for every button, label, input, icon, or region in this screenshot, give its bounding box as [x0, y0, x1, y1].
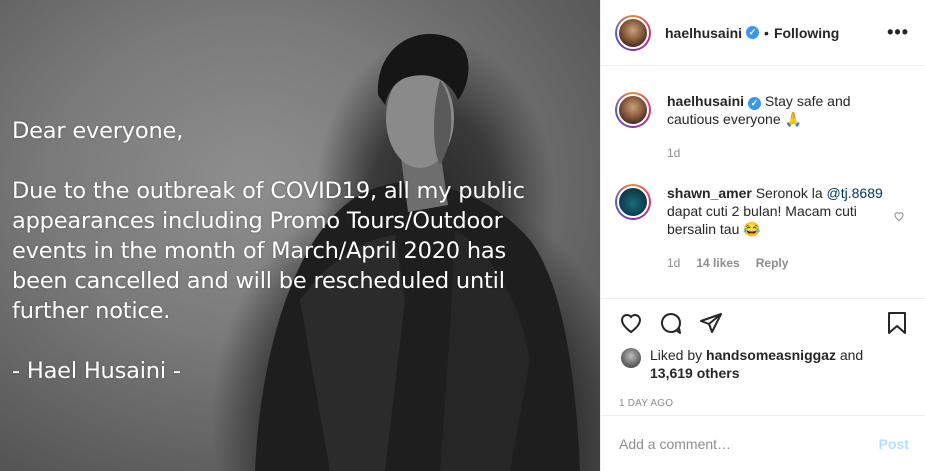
comment-text-after: dapat cuti 2 bulan! Macam cuti bersalin … — [667, 203, 857, 237]
comment-item: shawn_amer Seronok la @tj.8689 dapat cut… — [615, 162, 909, 272]
comment-time[interactable]: 1d — [667, 254, 680, 272]
comment-likes[interactable]: 14 likes — [696, 254, 739, 272]
body-line-3: events in the month of March/April 2020 … — [12, 238, 507, 264]
caption-avatar[interactable] — [615, 92, 651, 128]
separator-dot: • — [764, 24, 769, 41]
greeting-line: Dear everyone, — [12, 118, 184, 144]
comments-list[interactable]: haelhusaini ✓ Stay safe and cautious ever… — [601, 66, 925, 298]
comment-icon[interactable] — [659, 311, 683, 335]
liked-by-and: and — [835, 347, 864, 363]
comment-text-before: Seronok la — [751, 185, 827, 201]
action-bar — [601, 298, 925, 346]
author-username[interactable]: haelhusaini — [665, 25, 742, 41]
liker-avatar[interactable] — [621, 348, 641, 368]
caption-username[interactable]: haelhusaini — [667, 93, 744, 109]
following-button[interactable]: Following — [774, 25, 839, 41]
body-line-4: been cancelled and will be rescheduled u… — [12, 268, 505, 294]
verified-badge-icon: ✓ — [748, 96, 762, 110]
liked-by-prefix: Liked by — [650, 347, 707, 363]
share-icon[interactable] — [699, 311, 723, 335]
reply-button[interactable]: Reply — [756, 254, 789, 272]
announcement-text: Dear everyone, Due to the outbreak of CO… — [12, 116, 597, 386]
signature-line: - Hael Husaini - — [12, 358, 181, 384]
post-timestamp[interactable]: 1 DAY AGO — [601, 382, 925, 409]
likes-count[interactable]: 13,619 others — [650, 365, 740, 381]
add-comment-bar: Post — [601, 415, 925, 471]
liker-username[interactable]: handsomeasniggaz — [706, 347, 836, 363]
comment-username[interactable]: shawn_amer — [667, 185, 752, 201]
post-image[interactable]: Dear everyone, Due to the outbreak of CO… — [0, 0, 600, 471]
commenter-avatar[interactable] — [615, 184, 651, 220]
like-icon[interactable] — [619, 311, 643, 335]
verified-badge-icon: ✓ — [746, 26, 760, 39]
likes-summary: Liked by handsomeasniggaz and 13,619 oth… — [601, 346, 925, 382]
comment-mention-link[interactable]: @tj.8689 — [827, 185, 883, 201]
more-options-icon[interactable]: ••• — [887, 22, 909, 43]
comment-like-icon[interactable] — [893, 210, 905, 222]
post-header: haelhusaini ✓ • Following ••• — [601, 0, 925, 66]
author-avatar[interactable] — [615, 14, 651, 51]
post-side-panel: haelhusaini ✓ • Following ••• haelhusain… — [600, 0, 925, 471]
add-comment-input[interactable] — [619, 435, 879, 452]
caption: haelhusaini ✓ Stay safe and cautious ever… — [615, 66, 909, 162]
body-line-2: appearances including Promo Tours/Outdoo… — [12, 208, 503, 234]
body-line-5: further notice. — [12, 298, 171, 324]
caption-time[interactable]: 1d — [667, 144, 680, 162]
body-line-1: Due to the outbreak of COVID19, all my p… — [12, 178, 525, 204]
post-comment-button[interactable]: Post — [879, 436, 909, 452]
save-bookmark-icon[interactable] — [885, 311, 909, 335]
